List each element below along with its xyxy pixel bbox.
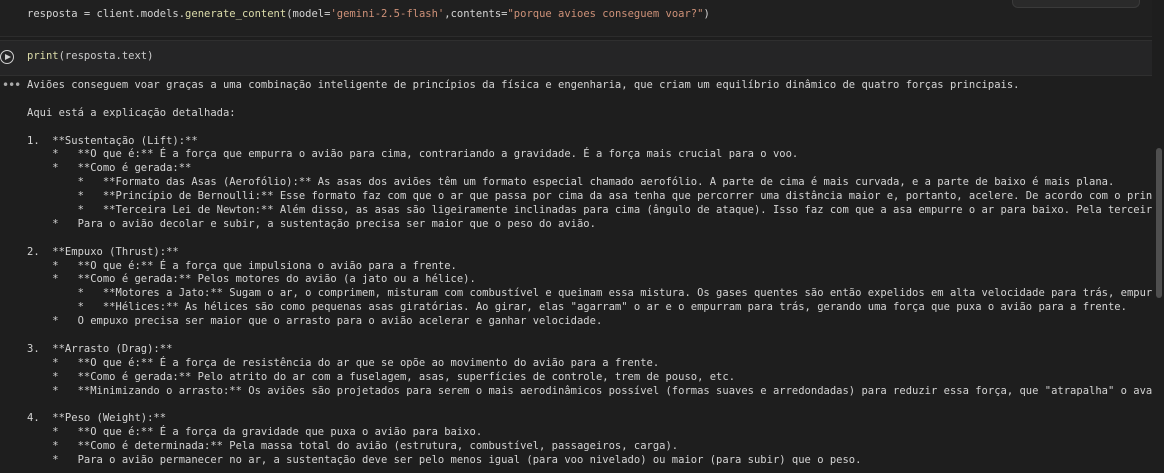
cell-toolbar[interactable] [1012, 0, 1140, 8]
output-line: Aqui está a explicação detalhada: [27, 106, 236, 119]
output-line: * **Como é determinada:** Pela massa tot… [27, 440, 679, 453]
output-line: * **Hélices:** As hélices são como peque… [27, 301, 1127, 314]
code-cell-1[interactable]: resposta = client.models.generate_conten… [0, 0, 1152, 37]
output-line: * **Princípio de Bernoulli:** Esse forma… [27, 190, 1152, 203]
output-line: 3. **Arrasto (Drag):** [27, 342, 173, 355]
code-line[interactable]: print(resposta.text) [27, 50, 153, 62]
output-line: 1. **Sustentação (Lift):** [27, 134, 198, 147]
code-token-string: 'gemini-2.5-flash' [330, 8, 445, 20]
output-line: * **Como é gerada:** Pelo atrito do ar c… [27, 370, 736, 383]
play-icon [5, 53, 11, 60]
cell-output: Aviões conseguem voar graças a uma combi… [27, 79, 1152, 473]
code-token: (model= [286, 8, 331, 20]
code-line[interactable]: resposta = client.models.generate_conten… [27, 8, 710, 20]
output-line: * **Como é gerada:** Pelos motores do av… [27, 273, 476, 286]
run-cell-button[interactable] [0, 50, 14, 64]
scrollbar-thumb[interactable] [1156, 148, 1162, 298]
code-token: ) [703, 8, 710, 20]
code-token-function: print [27, 50, 59, 62]
code-token-string: "porque avioes conseguem voar?" [507, 8, 704, 20]
code-token: (resposta.text) [58, 50, 154, 62]
code-cell-2[interactable]: print(resposta.text) [0, 40, 1152, 76]
output-line: 2. **Empuxo (Thrust):** [27, 245, 179, 258]
output-line: * **O que é:** É a força que impulsiona … [27, 259, 457, 272]
more-horizontal-icon[interactable]: ••• [2, 78, 21, 92]
output-line: * **O que é:** É a força da gravidade qu… [27, 426, 483, 439]
output-line: * **Como é gerada:** [27, 162, 192, 175]
output-line: * **O que é:** É a força que empurra o a… [27, 148, 799, 161]
output-line: * O empuxo precisa ser maior que o arras… [27, 315, 603, 328]
code-token-function: generate_content [185, 8, 287, 20]
output-line: * **Minimizando o arrasto:** Os aviões s… [27, 384, 1152, 397]
output-line: * **Formato das Asas (Aerofólio):** As a… [27, 176, 1115, 189]
output-line: * **Motores a Jato:** Sugam o ar, o comp… [27, 287, 1152, 300]
code-token: resposta = client.models. [27, 8, 186, 20]
output-line: * **Terceira Lei de Newton:** Além disso… [27, 204, 1152, 217]
output-line: * Para o avião permanecer no ar, a suste… [27, 454, 862, 467]
code-token: ,contents= [444, 8, 508, 20]
output-line: 4. **Peso (Weight):** [27, 412, 167, 425]
output-line: * **O que é:** É a força de resistência … [27, 356, 660, 369]
output-line: * Para o avião decolar e subir, a susten… [27, 217, 596, 230]
output-line: Aviões conseguem voar graças a uma combi… [27, 79, 1020, 91]
